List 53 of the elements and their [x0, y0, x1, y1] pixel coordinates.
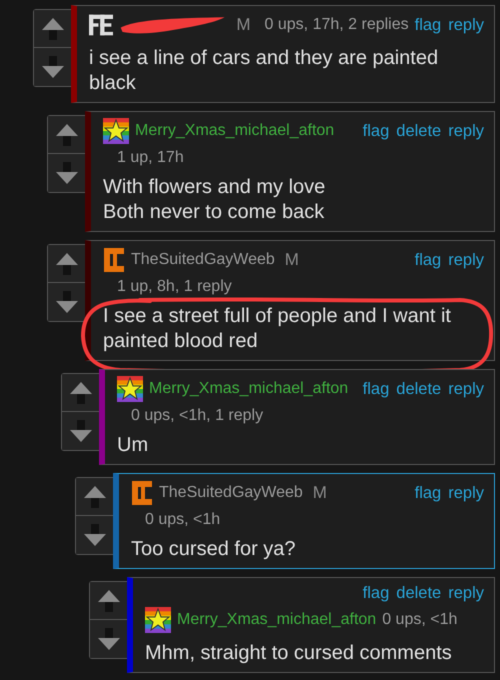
comment-meta: 0 ups, <1h [144, 510, 222, 529]
comment-text: Um [117, 433, 150, 458]
action-link[interactable]: flag [414, 250, 442, 270]
down-arrow-icon [54, 289, 80, 315]
comment-text: i see a line of cars and they are painted black [89, 46, 440, 96]
upvote-button[interactable] [48, 116, 85, 154]
username[interactable]: TheSuitedGayWeeb [131, 251, 275, 269]
comment-meta: 0 ups, 17h, 2 replies [264, 16, 409, 34]
action-link[interactable]: flag [362, 122, 390, 140]
up-arrow-icon [82, 484, 108, 510]
comment-text: Too cursed for ya? [131, 537, 297, 562]
down-arrow-icon [68, 418, 94, 444]
username[interactable]: Merry_Xmas_michael_afton [135, 122, 334, 140]
action-link[interactable]: reply [448, 16, 484, 34]
up-arrow-icon [54, 122, 80, 148]
action-link[interactable]: flag [362, 584, 390, 603]
upvote-button[interactable] [34, 10, 71, 48]
action-link[interactable]: reply [448, 380, 484, 398]
moderator-label: M [236, 15, 251, 35]
action-link[interactable]: delete [396, 122, 442, 140]
down-arrow-icon [96, 626, 122, 652]
down-arrow-icon [82, 522, 108, 548]
username[interactable]: Merry_Xmas_michael_afton [177, 611, 376, 629]
comment-meta: 0 ups, <1h, 1 reply [130, 406, 264, 425]
moderator-label: M [312, 483, 327, 503]
action-link[interactable]: reply [448, 584, 484, 603]
action-link[interactable]: reply [448, 484, 484, 502]
up-arrow-icon [40, 16, 66, 42]
action-link[interactable]: flag [362, 380, 390, 398]
action-link[interactable]: flag [414, 484, 442, 502]
upvote-button[interactable] [62, 374, 99, 412]
comment-meta: 0 ups, <1h [382, 611, 458, 629]
upvote-button[interactable] [48, 245, 85, 283]
action-link[interactable]: delete [396, 380, 442, 398]
action-link[interactable]: delete [396, 584, 442, 603]
comment-text: With flowers and my love Both never to come back [103, 175, 326, 225]
username[interactable]: Merry_Xmas_michael_afton [149, 380, 348, 398]
action-link[interactable]: reply [448, 250, 484, 270]
up-arrow-icon [68, 380, 94, 406]
upvote-button[interactable] [76, 478, 113, 516]
comment-meta: 1 up, 17h [116, 148, 185, 167]
up-arrow-icon [96, 588, 122, 614]
down-arrow-icon [40, 54, 66, 80]
down-arrow-icon [54, 160, 80, 186]
comment-text: I see a street full of people and I want it painted blood red [103, 304, 452, 354]
username[interactable]: TheSuitedGayWeeb [159, 484, 303, 502]
action-link[interactable]: reply [448, 122, 484, 140]
comment-meta: 1 up, 8h, 1 reply [116, 277, 233, 296]
up-arrow-icon [54, 250, 80, 276]
upvote-button[interactable] [90, 582, 127, 620]
comment-text: Mhm, straight to cursed comments [145, 641, 453, 666]
moderator-label: M [284, 250, 299, 270]
action-link[interactable]: flag [414, 16, 442, 34]
